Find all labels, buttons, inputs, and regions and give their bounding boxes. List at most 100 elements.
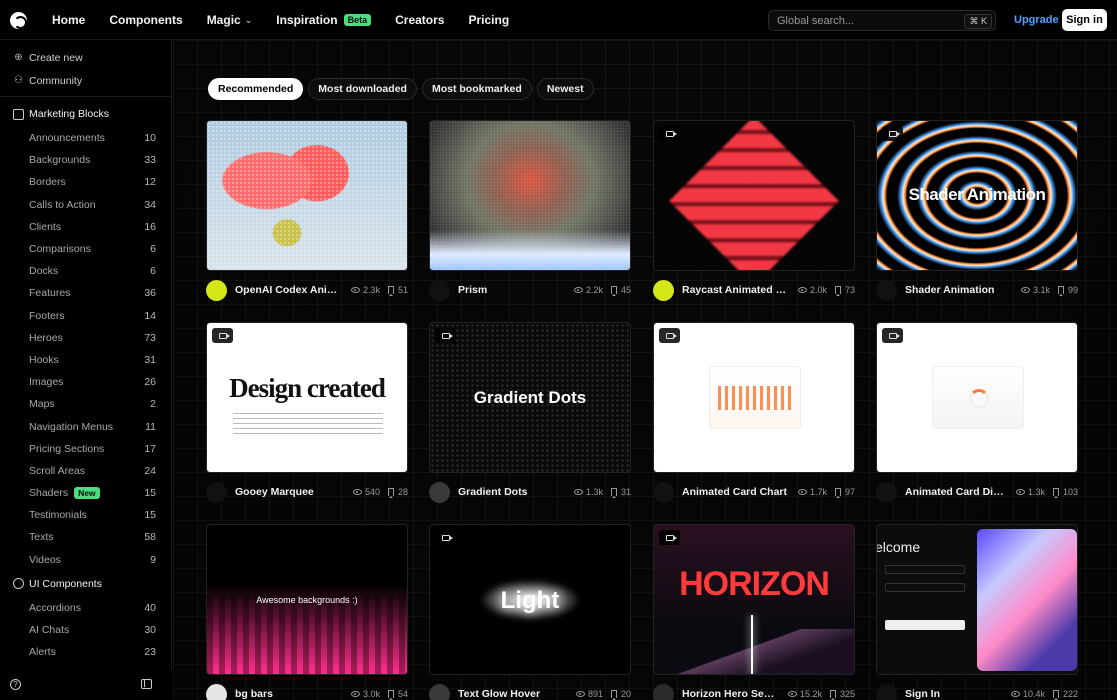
sidebar-toggle-icon[interactable] — [141, 679, 152, 689]
card-thumbnail[interactable]: elcome — [876, 524, 1078, 675]
sidebar-item-announcements[interactable]: Announcements 10 — [0, 127, 171, 149]
bookmark-count[interactable]: 103 — [1052, 487, 1078, 498]
sidebar-item-ai-chats[interactable]: AI Chats 30 — [0, 619, 171, 641]
sign-in-button[interactable]: Sign in — [1062, 9, 1107, 31]
sidebar-create-new[interactable]: ⊕ Create new — [0, 46, 171, 69]
avatar[interactable] — [206, 279, 227, 301]
nav-magic[interactable]: Magic ⌄ — [195, 0, 265, 40]
sidebar-item-shaders[interactable]: Shaders New 15 — [0, 482, 171, 504]
section-marketing-blocks[interactable]: Marketing Blocks — [0, 101, 171, 127]
card-thumbnail[interactable] — [876, 322, 1078, 473]
card-title[interactable]: Raycast Animated Bac... — [682, 284, 790, 296]
sidebar-item-footers[interactable]: Footers 14 — [0, 305, 171, 327]
card-title[interactable]: Animated Card Diagram — [905, 486, 1008, 498]
card-thumbnail[interactable] — [653, 120, 855, 271]
avatar[interactable] — [876, 683, 897, 700]
filter-newest[interactable]: Newest — [536, 78, 594, 100]
card-thumbnail[interactable]: Shader Animation — [876, 120, 1078, 271]
sidebar-item-maps[interactable]: Maps 2 — [0, 393, 171, 415]
global-search[interactable]: ⌘ K — [768, 10, 996, 31]
sidebar-item-accordions[interactable]: Accordions 40 — [0, 597, 171, 619]
card-title[interactable]: bg bars — [235, 688, 343, 700]
component-card[interactable]: Gradient Dots Gradient Dots 1.3k 31 — [429, 322, 631, 508]
nav-creators[interactable]: Creators — [383, 0, 456, 40]
avatar[interactable] — [429, 279, 450, 301]
card-thumbnail[interactable] — [206, 120, 408, 271]
component-card[interactable]: HORIZON Horizon Hero Section 15.2k 325 — [653, 524, 855, 700]
search-input[interactable] — [777, 14, 957, 27]
avatar[interactable] — [876, 279, 897, 301]
sidebar-item-docks[interactable]: Docks 6 — [0, 260, 171, 282]
card-title[interactable]: Text Glow Hover — [458, 688, 568, 700]
nav-inspiration[interactable]: Inspiration Beta — [264, 0, 383, 40]
avatar[interactable] — [653, 279, 674, 301]
component-card[interactable]: Animated Card Diagram 1.3k 103 — [876, 322, 1078, 508]
component-card[interactable]: Design created Gooey Marquee 540 28 — [206, 322, 408, 508]
card-title[interactable]: Horizon Hero Section — [682, 688, 780, 700]
avatar[interactable] — [876, 481, 897, 503]
bookmark-count[interactable]: 97 — [834, 487, 855, 498]
bookmark-count[interactable]: 222 — [1052, 689, 1078, 700]
avatar[interactable] — [429, 683, 450, 700]
component-card[interactable]: OpenAI Codex Animate... 2.3k 51 — [206, 120, 408, 306]
card-title[interactable]: Gradient Dots — [458, 486, 566, 498]
upgrade-link[interactable]: Upgrade — [1014, 14, 1059, 26]
card-title[interactable]: Shader Animation — [905, 284, 1013, 296]
bookmark-count[interactable]: 28 — [387, 487, 408, 498]
help-icon[interactable]: ? — [10, 679, 21, 690]
card-thumbnail[interactable] — [429, 120, 631, 271]
nav-home[interactable]: Home — [40, 0, 97, 40]
sidebar-community[interactable]: ⚇ Community — [0, 69, 171, 92]
sidebar-item-backgrounds[interactable]: Backgrounds 33 — [0, 149, 171, 171]
sidebar-item-borders[interactable]: Borders 12 — [0, 171, 171, 193]
filter-most-downloaded[interactable]: Most downloaded — [308, 78, 417, 100]
sidebar-item-heroes[interactable]: Heroes 73 — [0, 327, 171, 349]
avatar[interactable] — [206, 481, 227, 503]
sidebar-item-texts[interactable]: Texts 58 — [0, 526, 171, 548]
sidebar-item-images[interactable]: Images 26 — [0, 371, 171, 393]
filter-recommended[interactable]: Recommended — [208, 78, 304, 100]
sidebar-item-navigation-menus[interactable]: Navigation Menus 11 — [0, 415, 171, 437]
component-card[interactable]: Shader Animation Shader Animation 3.1k 99 — [876, 120, 1078, 306]
bookmark-count[interactable]: 73 — [834, 285, 855, 296]
bookmark-count[interactable]: 99 — [1057, 285, 1078, 296]
component-card[interactable]: Prism 2.2k 45 — [429, 120, 631, 306]
card-title[interactable]: Gooey Marquee — [235, 486, 345, 498]
section-ui-components[interactable]: UI Components — [0, 571, 171, 597]
filter-most-bookmarked[interactable]: Most bookmarked — [421, 78, 532, 100]
bookmark-count[interactable]: 45 — [610, 285, 631, 296]
card-title[interactable]: Sign In — [905, 688, 1003, 700]
sidebar-item-videos[interactable]: Videos 9 — [0, 549, 171, 571]
bookmark-count[interactable]: 31 — [610, 487, 631, 498]
card-thumbnail[interactable]: Light — [429, 524, 631, 675]
avatar[interactable] — [206, 683, 227, 700]
sidebar-item-alerts[interactable]: Alerts 23 — [0, 641, 171, 663]
card-thumbnail[interactable]: Awesome backgrounds :) — [206, 524, 408, 675]
sidebar-item-scroll-areas[interactable]: Scroll Areas 24 — [0, 460, 171, 482]
component-card[interactable]: Raycast Animated Bac... 2.0k 73 — [653, 120, 855, 306]
sidebar-item-pricing-sections[interactable]: Pricing Sections 17 — [0, 438, 171, 460]
card-thumbnail[interactable]: Gradient Dots — [429, 322, 631, 473]
bookmark-count[interactable]: 51 — [387, 285, 408, 296]
card-title[interactable]: Prism — [458, 284, 566, 296]
bookmark-count[interactable]: 325 — [829, 689, 855, 700]
sidebar-item-hooks[interactable]: Hooks 31 — [0, 349, 171, 371]
component-card[interactable]: elcome Sign In 10.4k 222 — [876, 524, 1078, 700]
card-thumbnail[interactable]: Design created — [206, 322, 408, 473]
card-thumbnail[interactable] — [653, 322, 855, 473]
nav-pricing[interactable]: Pricing — [456, 0, 521, 40]
sidebar-item-testimonials[interactable]: Testimonials 15 — [0, 504, 171, 526]
sidebar-item-features[interactable]: Features 36 — [0, 282, 171, 304]
card-title[interactable]: OpenAI Codex Animate... — [235, 284, 343, 296]
component-card[interactable]: Light Text Glow Hover 891 20 — [429, 524, 631, 700]
component-card[interactable]: Animated Card Chart 1.7k 97 — [653, 322, 855, 508]
card-thumbnail[interactable]: HORIZON — [653, 524, 855, 675]
logo-icon[interactable] — [10, 12, 27, 29]
sidebar-item-calls-to-action[interactable]: Calls to Action 34 — [0, 194, 171, 216]
avatar[interactable] — [653, 481, 674, 503]
avatar[interactable] — [429, 481, 450, 503]
card-title[interactable]: Animated Card Chart — [682, 486, 790, 498]
nav-components[interactable]: Components — [97, 0, 194, 40]
component-card[interactable]: Awesome backgrounds :) bg bars 3.0k 54 — [206, 524, 408, 700]
avatar[interactable] — [653, 683, 674, 700]
